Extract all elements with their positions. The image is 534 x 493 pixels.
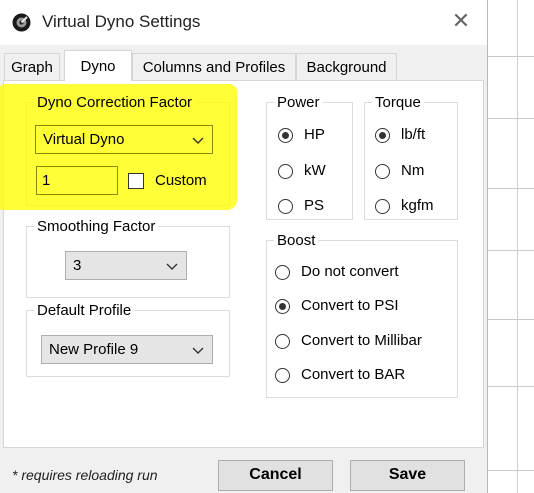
radio-button [278, 128, 293, 143]
tab-columns-and-profiles[interactable]: Columns and Profiles [132, 53, 296, 80]
background-app-line [487, 386, 534, 387]
radio-label: Convert to PSI [301, 297, 399, 314]
radio-label: lb/ft [401, 126, 426, 143]
torque-legend: Torque [375, 94, 421, 111]
correction-value: 1 [42, 172, 51, 189]
chevron-down-icon [192, 347, 204, 354]
tab-graph[interactable]: Graph [4, 53, 60, 80]
radio-label: Nm [401, 162, 425, 179]
correction-value-input[interactable]: 1 [36, 166, 118, 195]
background-app-line [487, 250, 534, 251]
background-app-divider [517, 0, 518, 493]
radio-button [275, 299, 290, 314]
chevron-down-icon [192, 137, 204, 144]
smoothing-legend: Smoothing Factor [37, 218, 156, 235]
radio-button [278, 164, 293, 179]
reload-note: * requires reloading run [12, 467, 158, 483]
smoothing-select[interactable]: 3 [65, 251, 187, 280]
power-legend: Power [277, 94, 320, 111]
window-title: Virtual Dyno Settings [42, 12, 201, 31]
default-profile-select[interactable]: New Profile 9 [41, 335, 213, 364]
dyno-correction-selected: Virtual Dyno [43, 131, 125, 148]
smoothing-selected: 3 [73, 257, 82, 274]
tab-background[interactable]: Background [296, 53, 397, 80]
tab-label: Background [306, 59, 387, 76]
radio-button [375, 199, 390, 214]
custom-checkbox[interactable] [128, 173, 144, 189]
radio-label: PS [304, 197, 325, 214]
radio-label: HP [304, 126, 325, 143]
radio-button [375, 128, 390, 143]
cancel-button[interactable]: Cancel [218, 460, 333, 491]
boost-legend: Boost [277, 232, 316, 249]
custom-label: Custom [155, 172, 207, 189]
radio-label: kgfm [401, 197, 434, 214]
dyno-correction-select[interactable]: Virtual Dyno [35, 125, 213, 154]
chevron-down-icon [166, 263, 178, 270]
radio-label: kW [304, 162, 326, 179]
background-app-line [487, 118, 534, 119]
radio-selected-dot [379, 132, 386, 139]
close-icon[interactable]: ✕ [446, 6, 476, 36]
background-app-line [487, 319, 534, 320]
radio-button [275, 368, 290, 383]
radio-button [275, 334, 290, 349]
radio-selected-dot [282, 132, 289, 139]
app-logo-icon [12, 13, 31, 32]
default-profile-legend: Default Profile [37, 302, 132, 319]
tab-label: Columns and Profiles [142, 59, 286, 76]
background-app-line [487, 188, 534, 189]
tab-dyno[interactable]: Dyno [64, 50, 132, 81]
dyno-correction-legend: Dyno Correction Factor [37, 94, 193, 111]
radio-selected-dot [279, 303, 286, 310]
radio-label: Do not convert [301, 263, 399, 280]
title-bar: Virtual Dyno Settings ✕ [0, 0, 487, 45]
tab-label: Graph [11, 59, 53, 76]
tab-label: Dyno [80, 58, 116, 75]
radio-label: Convert to Millibar [301, 332, 422, 349]
save-button[interactable]: Save [350, 460, 465, 491]
default-profile-selected: New Profile 9 [49, 341, 139, 358]
radio-button [375, 164, 390, 179]
radio-label: Convert to BAR [301, 366, 406, 383]
background-app-line [487, 56, 534, 57]
radio-button [275, 265, 290, 280]
background-app-line [487, 470, 534, 471]
settings-dialog: Virtual Dyno Settings ✕ Graph Dyno Colum… [0, 0, 488, 493]
radio-button [278, 199, 293, 214]
